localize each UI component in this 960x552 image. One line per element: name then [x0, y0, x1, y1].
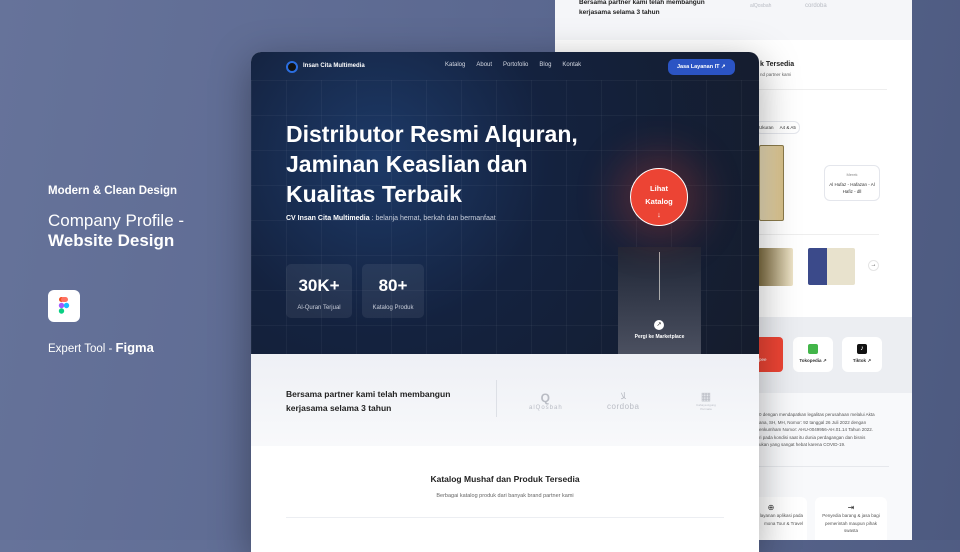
- partner-logo-cahaya: ▦ Cahaya Agung Permata: [696, 391, 716, 411]
- jasa-layanan-button[interactable]: Jasa Layanan IT ↗: [668, 59, 735, 75]
- back-logo: alQosbah: [750, 3, 772, 9]
- brand-label: Merek: [846, 172, 858, 177]
- brand-logo-icon: [286, 61, 298, 73]
- hero-headline: Distributor Resmi Alquran, Jaminan Keasli…: [286, 121, 578, 207]
- shopee-label: pee: [759, 357, 767, 362]
- tiktok-icon: ♪: [857, 344, 867, 354]
- nav-portofolio[interactable]: Portofolio: [503, 62, 528, 68]
- front-mockup: Insan Cita Multimedia Katalog About Port…: [251, 52, 759, 552]
- partner-section: Bersama partner kami telah membangun ker…: [251, 354, 759, 446]
- title-bold: Website Design: [48, 231, 175, 250]
- hero-section: Insan Cita Multimedia Katalog About Port…: [251, 52, 759, 354]
- showcase-tagline: Modern & Clean Design: [48, 185, 178, 197]
- product-image[interactable]: [808, 248, 855, 285]
- about-text: 0 dengan mendapatkan legalitas perusahaa…: [759, 412, 875, 447]
- tokopedia-label: Tokopedia: [799, 358, 822, 363]
- arrow-down-icon: ↓: [657, 210, 661, 219]
- back-partner-text: Bersama partner kami telah membangun ker…: [579, 0, 705, 16]
- stat-card: 80+ Katalog Produk: [362, 264, 424, 318]
- back-logo: cordoba: [805, 3, 827, 9]
- stat-card: 30K+ Al-Quran Terjual: [286, 264, 352, 318]
- product-image[interactable]: [759, 145, 784, 221]
- brand-value: Al Hufaz - Hafazan - Al Hafiz - dll: [829, 182, 875, 194]
- brand-name[interactable]: Insan Cita Multimedia: [303, 63, 365, 69]
- nav-blog[interactable]: Blog: [539, 62, 551, 68]
- next-arrow-button[interactable]: →: [868, 260, 879, 271]
- hero-subtitle: CV Insan Cita Multimedia : belanja hemat…: [286, 215, 496, 222]
- main-nav: Katalog About Portofolio Blog Kontak: [445, 62, 581, 68]
- product-image[interactable]: [758, 248, 793, 286]
- filter-a4a5[interactable]: A4 & A5: [780, 125, 796, 130]
- filter-chips[interactable]: Ukuran A4 & A5: [755, 121, 800, 134]
- cta-label: Jasa Layanan IT: [677, 64, 720, 70]
- service-text: Penyedia barang & jasa bagi pemerintah m…: [822, 513, 880, 533]
- marketplace-link[interactable]: ↗ Pergi ke Marketplace: [618, 247, 701, 354]
- marketplace-tokopedia-button[interactable]: Tokopedia ↗: [793, 337, 833, 372]
- tokopedia-icon: [808, 344, 818, 354]
- tool-line: Expert Tool - Figma: [48, 340, 154, 355]
- nav-kontak[interactable]: Kontak: [562, 62, 581, 68]
- tool-prefix: Expert Tool -: [48, 343, 116, 355]
- brand-card: Merek Al Hufaz - Hafazan - Al Hafiz - dll: [824, 165, 880, 201]
- arrow-up-right-icon: ↗: [721, 64, 726, 70]
- figma-logo-icon: [48, 290, 80, 322]
- partner-logo-cordoba: ﻼ cordoba: [607, 391, 640, 411]
- marketplace-tiktok-button[interactable]: ♪ Tiktok ↗: [842, 337, 882, 372]
- tool-name: Figma: [115, 340, 154, 355]
- title-light: Company Profile -: [48, 211, 185, 230]
- partner-text: Bersama partner kami telah membangun ker…: [286, 389, 451, 413]
- partner-logo-alqosbah: QalQosbah: [529, 391, 563, 411]
- catalog-title: Katalog Mushaf dan Produk Tersedia: [430, 474, 580, 484]
- nav-about[interactable]: About: [476, 62, 492, 68]
- nav-katalog[interactable]: Katalog: [445, 62, 465, 68]
- service-card: ⇥ Penyedia barang & jasa bagi pemerintah …: [815, 497, 887, 540]
- back-catalog-sub: nd partner kami: [760, 72, 792, 77]
- marketplace-label: Pergi ke Marketplace: [634, 334, 685, 340]
- showcase-title: Company Profile - Website Design: [48, 211, 184, 251]
- lihat-katalog-button[interactable]: Lihat Katalog ↓: [630, 168, 688, 226]
- arrow-up-right-icon: ↗: [654, 320, 664, 330]
- login-icon: ⇥: [847, 503, 855, 512]
- tiktok-label: Tiktok: [852, 358, 867, 363]
- catalog-subtitle: Berbagai katalog produk dari banyak bran…: [436, 493, 574, 499]
- filter-size[interactable]: Ukuran: [759, 125, 774, 130]
- back-catalog-title: k Tersedia: [760, 61, 795, 68]
